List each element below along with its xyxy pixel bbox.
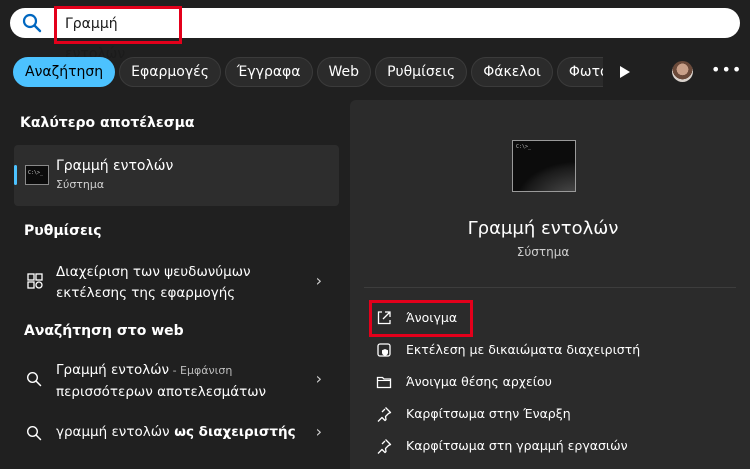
settings-result-item[interactable]: Διαχείριση των ψευδωνύμων εκτέλεσης της … bbox=[22, 262, 332, 304]
panel-subtitle: Σύστημα bbox=[516, 245, 570, 259]
web-result-item[interactable]: Γραμμή εντολών - Εμφάνιση περισσότερων α… bbox=[22, 360, 332, 402]
open-file-location-label: Άνοιγμα θέσης αρχείου bbox=[406, 374, 552, 389]
best-match-heading: Καλύτερο αποτέλεσμα bbox=[20, 115, 195, 131]
folder-icon bbox=[376, 374, 392, 393]
settings-item-line1: Διαχείριση των ψευδωνύμων bbox=[56, 264, 251, 280]
selection-indicator bbox=[14, 165, 17, 185]
settings-heading: Ρυθμίσεις bbox=[24, 223, 102, 239]
web-item-line2: περισσότερων αποτελεσμάτων bbox=[56, 384, 267, 400]
app-execution-alias-icon bbox=[26, 272, 44, 294]
web-item2-title: γραμμή εντολών bbox=[56, 424, 170, 440]
best-match-item[interactable]: C:\>_ Γραμμή εντολών Σύστημα bbox=[14, 145, 339, 206]
details-panel: C:\>_ Γραμμή εντολών Σύστημα Άνοιγμα Εκτ… bbox=[350, 100, 750, 469]
web-item2-bold: ως διαχειριστής bbox=[169, 424, 296, 440]
pin-icon bbox=[376, 406, 392, 425]
command-prompt-large-icon: C:\>_ bbox=[512, 140, 576, 192]
settings-item-line2: εκτέλεσης της εφαρμογής bbox=[56, 285, 236, 301]
best-match-subtitle: Σύστημα bbox=[56, 178, 105, 191]
web-item-title: Γραμμή εντολών bbox=[56, 362, 170, 378]
run-as-admin-label: Εκτέλεση με δικαιώματα διαχειριστή bbox=[406, 342, 641, 357]
run-as-admin-action[interactable]: Εκτέλεση με δικαιώματα διαχειριστή bbox=[376, 340, 676, 360]
web-search-heading: Αναζήτηση στο web bbox=[24, 323, 184, 339]
search-bar[interactable]: Γραμμή εντολών bbox=[10, 6, 740, 62]
search-icon bbox=[22, 13, 42, 37]
chevron-right-icon: › bbox=[315, 422, 322, 441]
search-icon bbox=[26, 425, 42, 445]
pin-to-start-label: Καρφίτσωμα στην Έναρξη bbox=[406, 406, 571, 421]
avatar[interactable] bbox=[672, 61, 693, 82]
pin-to-taskbar-label: Καρφίτσωμα στη γραμμή εργασιών bbox=[406, 438, 628, 453]
command-prompt-icon: C:\>_ bbox=[25, 165, 49, 185]
open-external-icon bbox=[376, 310, 392, 329]
divider bbox=[364, 287, 736, 288]
chip-search[interactable]: Αναζήτηση bbox=[13, 57, 116, 87]
search-input[interactable]: Γραμμή εντολών bbox=[54, 6, 182, 62]
svg-text:C:\>_: C:\>_ bbox=[28, 170, 44, 176]
pin-to-taskbar-action[interactable]: Καρφίτσωμα στη γραμμή εργασιών bbox=[376, 436, 676, 456]
chip-folders[interactable]: Φάκελοι bbox=[471, 57, 553, 87]
pin-to-start-action[interactable]: Καρφίτσωμα στην Έναρξη bbox=[376, 404, 626, 424]
panel-title: Γραμμή εντολών bbox=[467, 218, 619, 239]
more-options-icon[interactable]: ••• bbox=[711, 60, 742, 79]
chevron-right-icon: › bbox=[315, 271, 322, 290]
more-filters-play-icon[interactable] bbox=[619, 64, 631, 83]
chip-documents[interactable]: Έγγραφα bbox=[224, 57, 313, 87]
chip-web[interactable]: Web bbox=[316, 57, 372, 87]
open-label: Άνοιγμα bbox=[406, 310, 458, 325]
chevron-right-icon: › bbox=[315, 369, 322, 388]
chip-photos[interactable]: Φωτογραφ bbox=[556, 57, 603, 87]
search-icon bbox=[26, 371, 42, 391]
chip-settings[interactable]: Ρυθμίσεις bbox=[375, 57, 468, 87]
web-item-hint: - Εμφάνιση bbox=[169, 364, 233, 377]
web-result-admin-item[interactable]: γραμμή εντολών ως διαχειριστής › bbox=[22, 422, 332, 446]
open-action[interactable]: Άνοιγμα bbox=[376, 308, 476, 328]
best-match-title: Γραμμή εντολών bbox=[56, 158, 174, 174]
chip-apps[interactable]: Εφαρμογές bbox=[119, 57, 221, 87]
shield-admin-icon bbox=[376, 342, 392, 361]
filter-chips: Αναζήτηση Εφαρμογές Έγγραφα Web Ρυθμίσεις Φάκ… bbox=[13, 57, 603, 87]
pin-icon bbox=[376, 438, 392, 457]
open-file-location-action[interactable]: Άνοιγμα θέσης αρχείου bbox=[376, 372, 626, 392]
